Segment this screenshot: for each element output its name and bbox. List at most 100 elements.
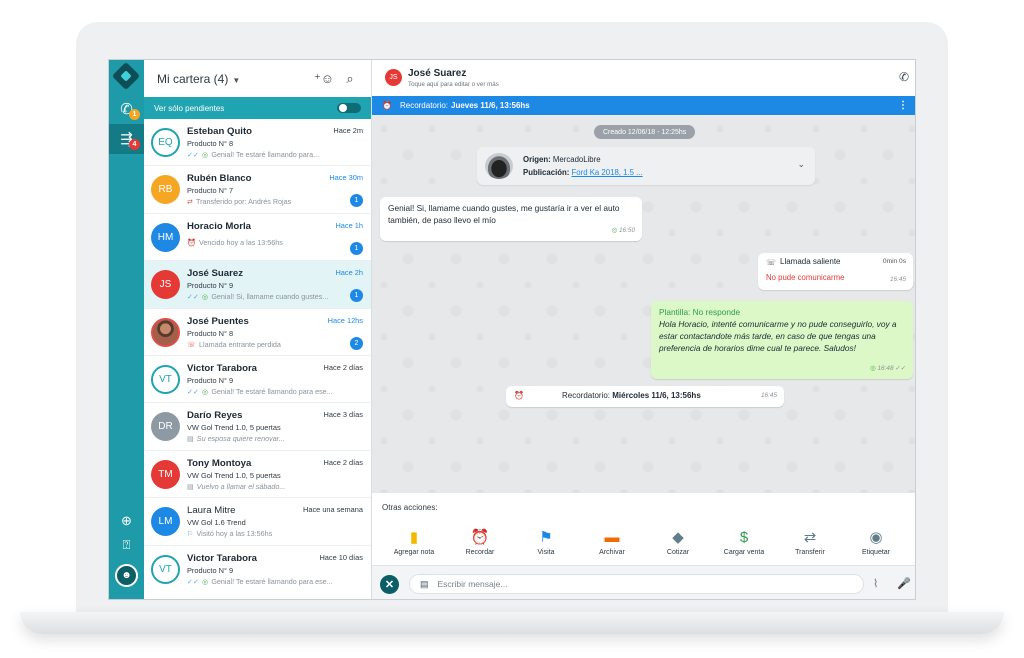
contact-row[interactable]: HM Horacio Morla Hace 1h ⏰ Vencido hoy a …: [144, 214, 371, 262]
contact-time: Hace una semana: [303, 505, 363, 515]
other-actions-title: Otras acciones:: [382, 503, 438, 512]
contact-row[interactable]: TM Tony Montoya Hace 2 días VW Gol Trend…: [144, 451, 371, 499]
message-time: 16:45: [890, 276, 906, 283]
register-sale-button[interactable]: $ Cargar venta: [711, 529, 777, 556]
search-icon[interactable]: ⌕: [339, 71, 361, 87]
call-title: Llamada saliente: [780, 257, 841, 266]
message-time: 16:45: [761, 392, 777, 399]
call-status: No pude comunicarme: [766, 273, 845, 282]
last-message-text: Transferido por: Andrés Rojas: [196, 197, 292, 207]
pending-filter-bar: Ver sólo pendientes: [144, 97, 371, 119]
microphone-icon[interactable]: 🎤: [897, 577, 911, 590]
template-message: Plantilla: No responde Hola Horacio, int…: [651, 301, 913, 379]
last-message: ☏ Llamada entrante perdida: [187, 340, 337, 349]
message-input[interactable]: ▤ Escribir mensaje...: [409, 574, 864, 594]
contact-row[interactable]: RB Rubén Blanco Hace 30m Producto N° 7 ⇄…: [144, 166, 371, 214]
phone-icon[interactable]: ✆: [899, 70, 909, 84]
contact-time: Hace 2 días: [323, 457, 363, 467]
add-contact-icon[interactable]: ⁺☺: [313, 71, 335, 87]
contact-name: Victor Tarabora: [187, 362, 258, 374]
template-text: Hola Horacio, intenté comunicarme y no p…: [659, 319, 897, 353]
reminder-value: Miércoles 11/6, 13:56hs: [612, 391, 701, 400]
laptop-base: [20, 612, 1004, 634]
last-message-text: Vencido hoy a las 13:56hs: [198, 237, 283, 247]
template-icon[interactable]: ▤: [420, 579, 429, 590]
attach-icon[interactable]: ⌇: [873, 577, 878, 590]
contact-time: Hace 10 días: [319, 552, 363, 562]
visit-icon: ⚐: [187, 529, 194, 539]
label-button[interactable]: ◉ Etiquetar: [843, 529, 909, 556]
publication-label: Publicación:: [523, 168, 570, 177]
double-check-icon: ✓✓: [187, 576, 200, 586]
message-placeholder: Escribir mensaje...: [437, 579, 508, 589]
contact-product: VW Gol 1.6 Trend: [187, 518, 246, 528]
last-message: ▤ Vuelvo a llamar el sábado...: [187, 482, 337, 491]
origin-card[interactable]: Origen: MercadoLibre Publicación: Ford K…: [477, 147, 815, 185]
note-icon: ▤: [187, 434, 194, 444]
contact-row[interactable]: VT Victor Tarabora Hace 10 días Producto…: [144, 546, 371, 593]
outgoing-call-icon: ☏: [766, 258, 777, 267]
contact-name: Rubén Blanco: [187, 173, 252, 185]
transfer-icon: ⇄: [187, 197, 194, 207]
leads-badge: 4: [129, 139, 140, 150]
more-options-icon[interactable]: ⋮: [898, 100, 908, 111]
chat-header[interactable]: JS José Suarez Toque aquí para editar o …: [372, 60, 915, 96]
portfolio-dropdown[interactable]: Mi cartera (4) ▼: [157, 72, 309, 86]
avatar: VT: [151, 364, 180, 394]
remind-button[interactable]: ⏰ Recordar: [447, 529, 513, 556]
message-composer: ✕ ▤ Escribir mensaje... ⌇ 🎤: [372, 565, 915, 599]
template-title: Plantilla: No responde: [659, 307, 741, 317]
leads-nav-button[interactable]: ⇶ 4: [109, 124, 144, 154]
contact-time: Hace 2h: [335, 268, 363, 278]
contact-product: Producto N° 9: [187, 281, 234, 291]
avatar: JS: [385, 69, 402, 86]
contact-row[interactable]: DR Darío Reyes Hace 3 días VW Gol Trend …: [144, 403, 371, 451]
avatar-photo: [151, 317, 180, 347]
avatar: RB: [151, 175, 180, 205]
visit-button[interactable]: ⚑ Visita: [513, 529, 579, 556]
app-logo-icon[interactable]: [111, 61, 141, 91]
contact-product: Producto N° 9: [187, 375, 234, 385]
publication-link[interactable]: Ford Ka 2018, 1.5 ...: [572, 168, 643, 177]
last-message-text: Genial! Si, llamame cuando gustes...: [211, 292, 329, 302]
last-message-text: Genial! Te estaré llamando para ese...: [211, 386, 333, 396]
quote-button[interactable]: ◆ Cotizar: [645, 529, 711, 556]
contact-row[interactable]: José Puentes Hace 12hs Producto N° 8 ☏ Ll…: [144, 309, 371, 356]
help-icon[interactable]: ⍰: [118, 536, 135, 553]
archive-button[interactable]: ▬ Archivar: [579, 529, 645, 556]
origin-label: Origen:: [523, 155, 551, 164]
contact-row[interactable]: VT Victor Tarabora Hace 2 días Producto …: [144, 356, 371, 404]
double-check-icon: ✓✓: [187, 150, 200, 159]
chevron-down-icon: ▼: [232, 75, 241, 85]
contact-product: Producto N° 8: [187, 328, 234, 338]
chevron-down-icon[interactable]: ⌄: [797, 159, 805, 170]
contact-row[interactable]: LM Laura Mitre Hace una semana VW Gol 1.…: [144, 498, 371, 546]
conversation-list: Mi cartera (4) ▼ ⁺☺ ⌕ Ver sólo pendientes…: [144, 60, 372, 599]
last-message: ▤ Su esposa quiere renovar...: [187, 434, 337, 443]
globe-icon[interactable]: ⊕: [118, 512, 135, 529]
user-avatar[interactable]: ☻: [115, 564, 138, 587]
pending-toggle[interactable]: [337, 103, 361, 113]
walk-icon: ⚑: [539, 529, 553, 546]
message-area: Creado 12/06/18 - 12:25hs Origen: Mercad…: [372, 115, 915, 493]
whatsapp-nav-button[interactable]: ✆ 1: [109, 94, 144, 124]
message-time: ◎ 16:50: [612, 225, 635, 237]
call-duration: 0min 0s: [882, 258, 906, 265]
contact-name: José Suarez: [187, 268, 243, 280]
avatar: EQ: [151, 128, 180, 157]
reminder-bar[interactable]: ⏰ Recordatorio: Jueves 11/6, 13:56hs ⋮: [372, 96, 915, 115]
last-message: ✓✓ ◎ Genial! Te estaré llamando para ese..…: [187, 387, 337, 396]
add-note-button[interactable]: ▮ Agregar nota: [381, 529, 447, 556]
message-time: ◎ 16:48 ✓✓: [870, 363, 906, 375]
action-label: Visita: [537, 549, 555, 556]
last-message: ⚐ Visitó hoy a las 13:56hs: [187, 529, 337, 538]
close-icon[interactable]: ✕: [380, 575, 399, 594]
last-message-text: Genial! Te estaré llamando para ese...: [211, 576, 333, 586]
publication-line: Publicación: Ford Ka 2018, 1.5 ...: [523, 168, 643, 177]
contact-time: Hace 1h: [335, 220, 363, 230]
transfer-button[interactable]: ⇄ Transferir: [777, 529, 843, 556]
contact-row[interactable]: JS José Suarez Hace 2h Producto N° 9 ✓✓ ◎…: [144, 261, 371, 309]
chat-panel: JS José Suarez Toque aquí para editar o …: [372, 60, 915, 599]
action-label: Agregar nota: [393, 549, 435, 556]
contact-row[interactable]: EQ Esteban Quito Hace 2m Producto N° 8 ✓…: [144, 119, 371, 167]
